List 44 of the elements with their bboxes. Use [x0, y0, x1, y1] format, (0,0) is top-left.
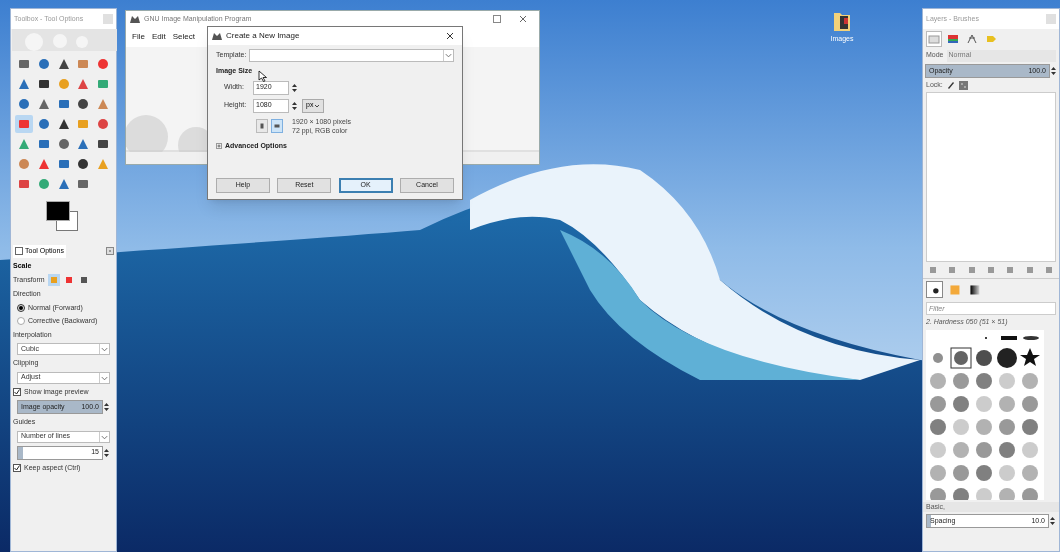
menu-item[interactable]: File — [132, 31, 145, 43]
layer-action-icon[interactable] — [1025, 266, 1034, 274]
expand-icon — [216, 142, 222, 149]
menu-item[interactable]: Edit — [151, 31, 166, 43]
gimp-logo-icon — [130, 15, 140, 23]
gimp-logo-icon — [212, 32, 222, 40]
portrait-icon — [259, 122, 265, 129]
mouse-cursor-icon — [258, 70, 268, 82]
brush-presets-grid[interactable] — [926, 329, 1044, 500]
menu-item[interactable]: Select — [172, 31, 195, 43]
layer-action-icon[interactable] — [987, 266, 995, 274]
checkbox[interactable] — [13, 463, 21, 472]
spin-arrows-icon[interactable] — [104, 402, 109, 412]
spin-arrows-icon[interactable] — [104, 447, 109, 458]
maximize-button[interactable] — [493, 15, 501, 23]
folder-icon[interactable] — [833, 10, 851, 32]
portrait-button[interactable] — [256, 118, 268, 133]
layer-action-icon[interactable] — [1006, 266, 1015, 274]
tab-menu-icon[interactable] — [106, 247, 114, 256]
brush-icon[interactable] — [946, 81, 955, 89]
radio-button[interactable] — [17, 317, 25, 326]
spin-arrows-icon[interactable] — [1050, 516, 1055, 526]
layer-action-icon[interactable] — [1044, 266, 1053, 274]
spin-arrows-icon[interactable] — [292, 82, 297, 93]
layer-action-icon[interactable] — [929, 266, 937, 274]
tool-options-icon — [15, 247, 23, 256]
close-icon[interactable] — [519, 15, 527, 23]
chevron-down-icon — [443, 50, 453, 61]
landscape-icon — [274, 122, 280, 129]
foreground-color-swatch[interactable] — [45, 201, 70, 221]
checkbox[interactable] — [13, 387, 21, 396]
chevron-down-icon — [99, 372, 109, 383]
spin-arrows-icon[interactable] — [1051, 66, 1056, 76]
landscape-button[interactable] — [271, 118, 283, 133]
chevron-down-icon — [99, 431, 109, 442]
chevron-down-icon — [314, 102, 321, 109]
chevron-down-icon — [99, 344, 109, 354]
spin-arrows-icon[interactable] — [292, 100, 297, 111]
radio-button[interactable] — [17, 303, 25, 312]
dialog-title: Create a New Image — [226, 30, 301, 42]
checkerboard-icon[interactable] — [958, 80, 968, 90]
close-icon[interactable] — [446, 32, 454, 40]
layer-action-icon[interactable] — [948, 266, 957, 274]
layer-action-icon[interactable] — [967, 266, 976, 274]
